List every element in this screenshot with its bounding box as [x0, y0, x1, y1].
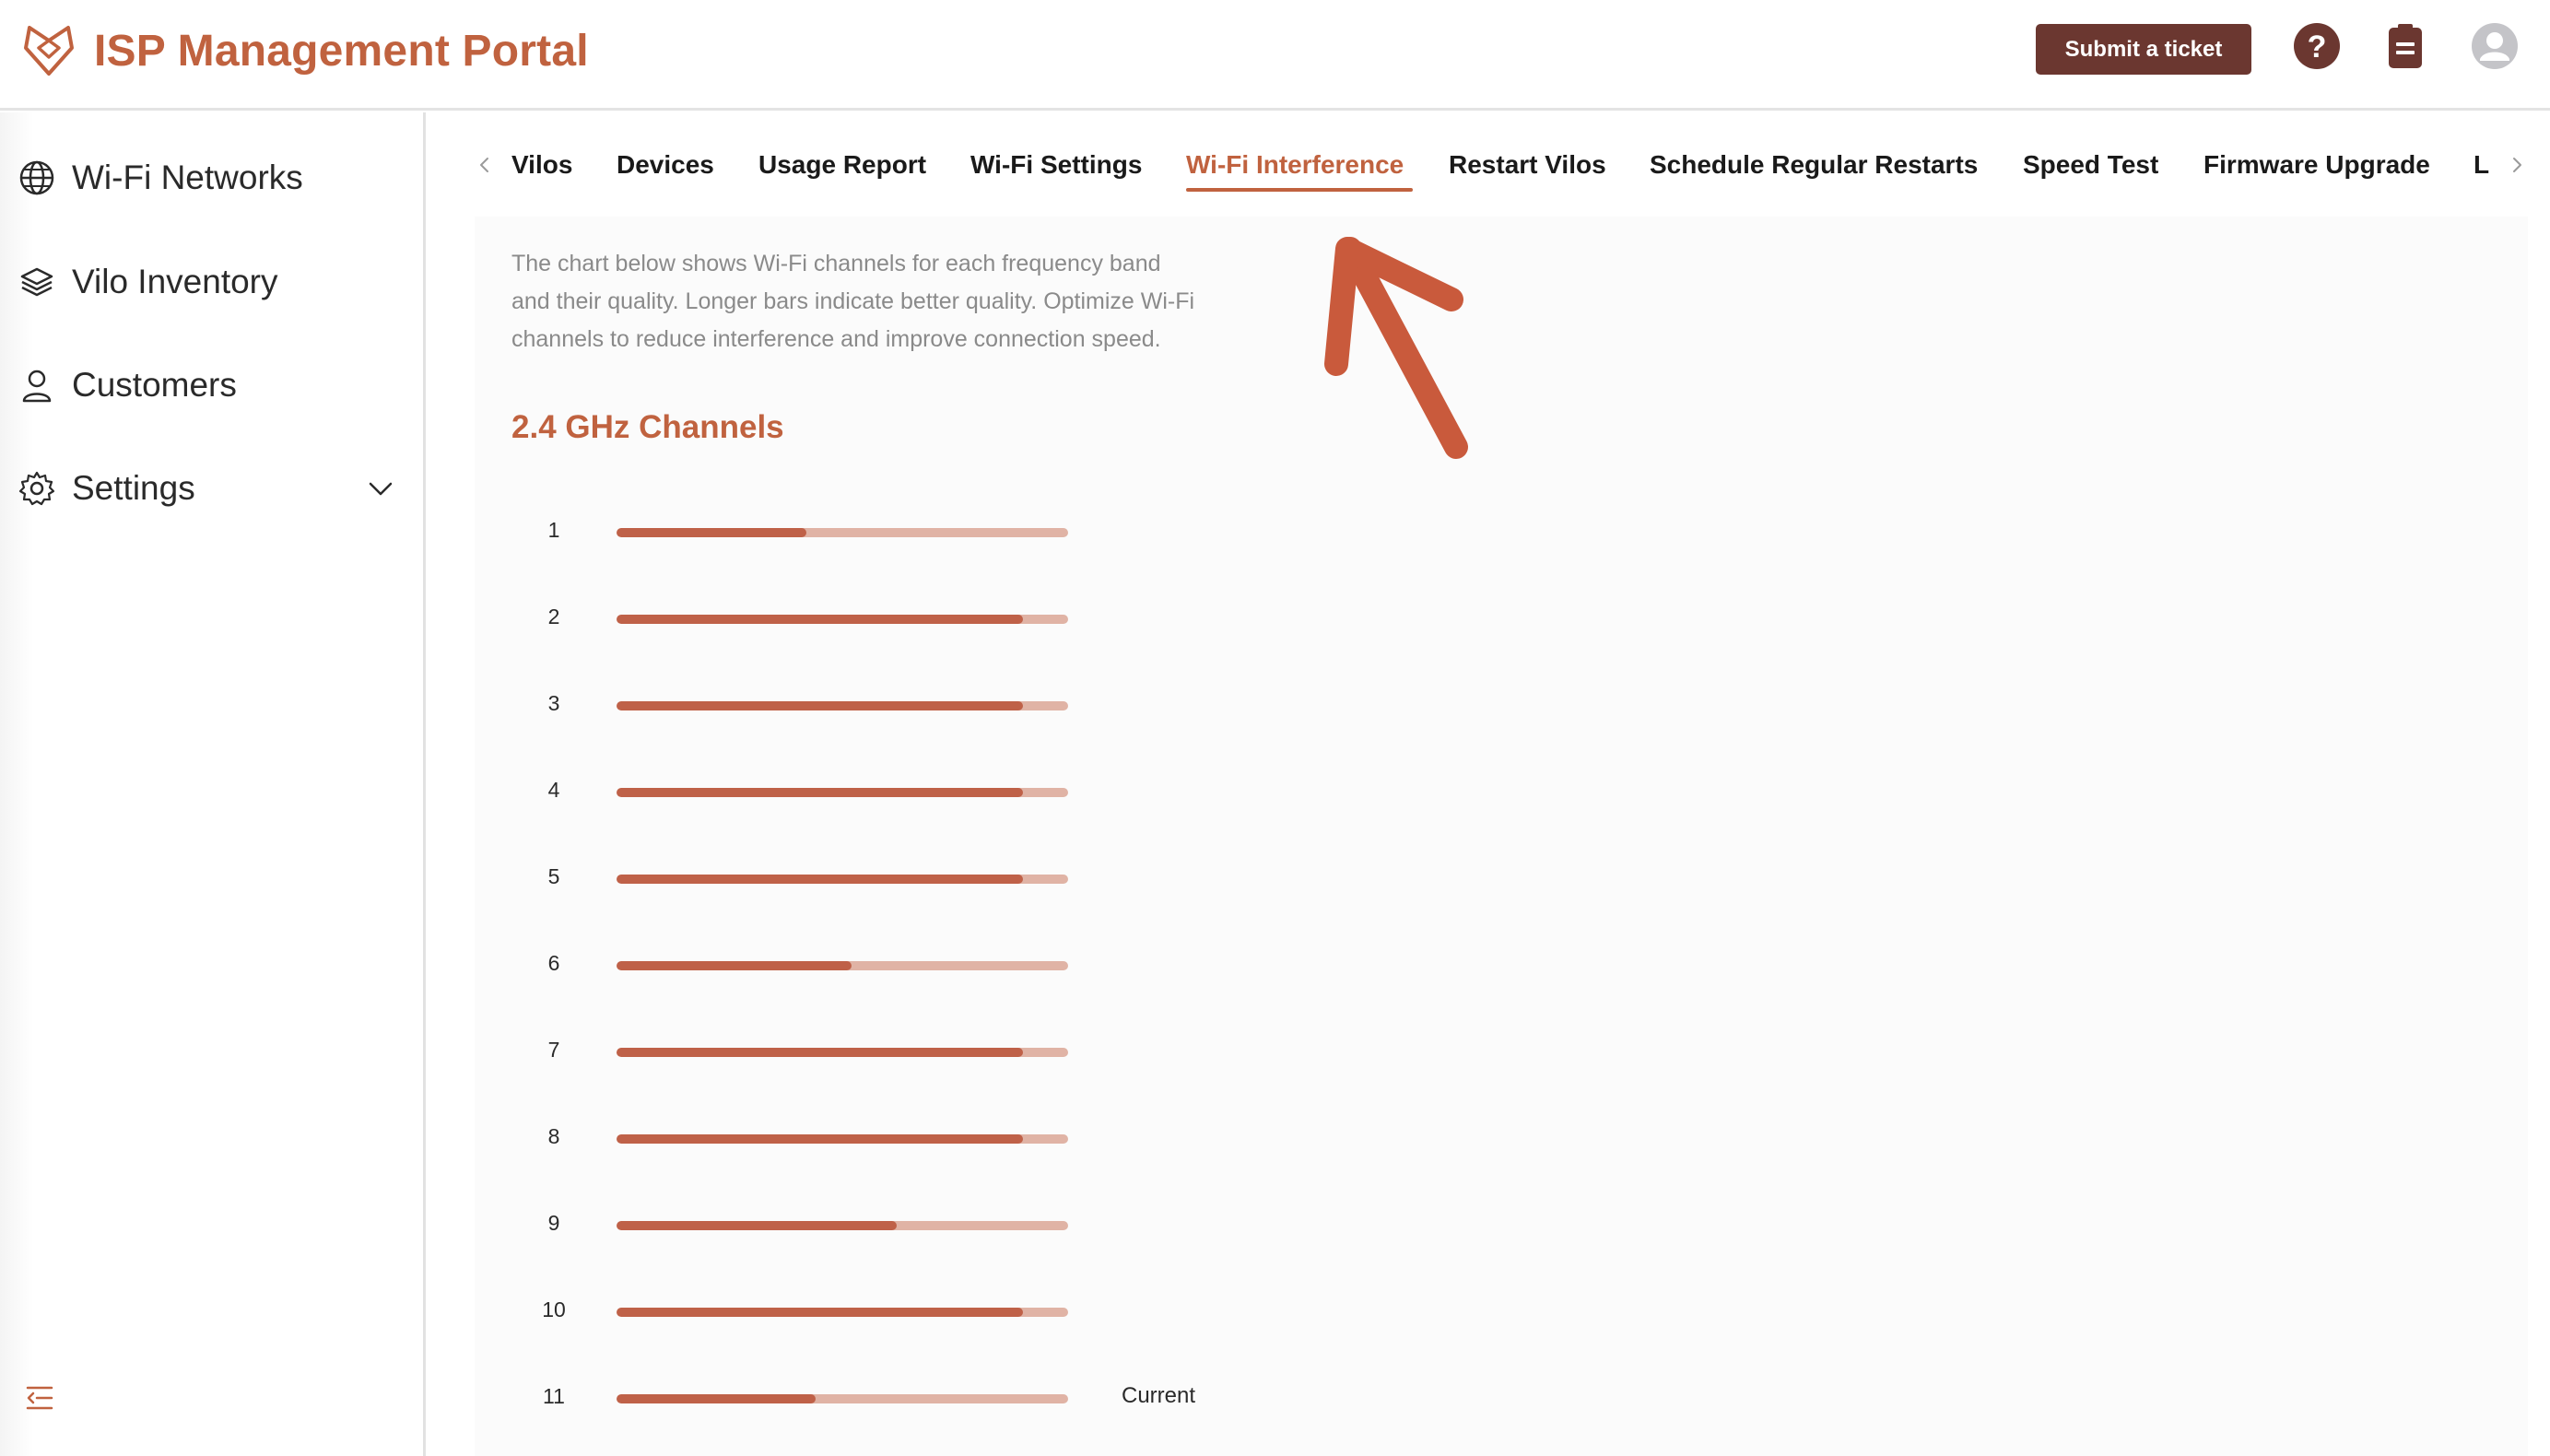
- app-root: ISP Management Portal Submit a ticket ?: [0, 0, 2550, 1456]
- sidebar: Wi-Fi Networks Vilo Inventory Customers …: [0, 112, 426, 1456]
- sidebar-item-label: Vilo Inventory: [72, 263, 278, 300]
- sidebar-item-settings[interactable]: Settings: [18, 456, 405, 521]
- channel-label: 2: [547, 605, 560, 628]
- channel-label: 10: [542, 1297, 566, 1321]
- top-header: ISP Management Portal Submit a ticket ?: [0, 0, 2550, 111]
- channel-label: 3: [547, 691, 560, 715]
- channel-row: 10: [511, 1292, 1341, 1329]
- sidebar-item-customers[interactable]: Customers: [18, 353, 405, 417]
- channel-label: 7: [547, 1038, 560, 1062]
- sidebar-item-vilo-inventory[interactable]: Vilo Inventory: [18, 250, 405, 314]
- brand-logo-icon: [24, 26, 74, 76]
- channel-label: 1: [547, 518, 560, 542]
- channel-bar-track: [617, 701, 1068, 710]
- sidebar-item-label: Wi-Fi Networks: [72, 159, 303, 196]
- channel-label: 8: [547, 1124, 560, 1148]
- channel-label: 11: [543, 1384, 565, 1408]
- tab-devices[interactable]: Devices: [617, 150, 714, 180]
- clipboard-icon[interactable]: [2381, 22, 2429, 70]
- channel-row: 9: [511, 1205, 1341, 1242]
- channel-row: 3: [511, 686, 1341, 722]
- channel-bar-track: [617, 788, 1068, 797]
- sidebar-item-label: Customers: [72, 366, 237, 404]
- channel-row: 11 Current: [511, 1379, 1341, 1415]
- chevron-down-icon[interactable]: [365, 473, 396, 504]
- channel-row: 6: [511, 945, 1341, 982]
- channel-bar: [617, 701, 1023, 710]
- description-line: channels to reduce interference and impr…: [511, 326, 1161, 352]
- chevron-left-icon[interactable]: [474, 154, 496, 176]
- app-title: ISP Management Portal: [94, 26, 589, 76]
- channel-label: 4: [547, 778, 560, 802]
- tab-bar: Vilos Devices Usage Report Wi-Fi Setting…: [452, 134, 2544, 198]
- account-icon[interactable]: [2471, 22, 2519, 70]
- active-tab-underline: [1186, 188, 1413, 192]
- person-icon: [22, 370, 52, 403]
- channel-label: 6: [547, 951, 560, 975]
- channel-bar-track: [617, 1394, 1068, 1403]
- description-line: and their quality. Longer bars indicate …: [511, 288, 1195, 314]
- tab-wifi-settings[interactable]: Wi-Fi Settings: [970, 150, 1142, 180]
- tab-firmware-upgrade[interactable]: Firmware Upgrade: [2203, 150, 2430, 180]
- gear-icon: [18, 471, 55, 506]
- brand[interactable]: ISP Management Portal: [18, 20, 589, 81]
- channel-bar: [617, 1394, 816, 1403]
- channel-bar: [617, 788, 1023, 797]
- tab-speed-test[interactable]: Speed Test: [2023, 150, 2158, 180]
- chevron-right-icon[interactable]: [2506, 154, 2528, 176]
- channel-bar-track: [617, 1134, 1068, 1144]
- channel-bar-track: [617, 1308, 1068, 1317]
- section-title: 2.4 GHz Channels: [511, 409, 784, 445]
- channel-bar-track: [617, 961, 1068, 970]
- channel-bar: [617, 961, 852, 970]
- channel-row: 2: [511, 599, 1341, 636]
- channel-bar: [617, 875, 1023, 884]
- channel-bar: [617, 1308, 1023, 1317]
- channel-label: 5: [547, 864, 560, 888]
- sidebar-item-label: Settings: [72, 469, 195, 507]
- svg-text:?: ?: [2308, 29, 2327, 65]
- channel-bar-track: [617, 1221, 1068, 1230]
- channel-bar-track: [617, 615, 1068, 624]
- sidebar-item-wifi-networks[interactable]: Wi-Fi Networks: [18, 146, 405, 210]
- tab-restart-vilos[interactable]: Restart Vilos: [1449, 150, 1606, 180]
- description-line: The chart below shows Wi-Fi channels for…: [511, 251, 1161, 276]
- channel-bar: [617, 1048, 1023, 1057]
- tab-truncated[interactable]: L: [2474, 150, 2489, 180]
- channel-label: 9: [547, 1211, 560, 1235]
- channel-row: 7: [511, 1032, 1341, 1069]
- chart-description: The chart below shows Wi-Fi channels for…: [511, 245, 1249, 358]
- layers-icon: [20, 267, 53, 297]
- tab-vilos[interactable]: Vilos: [511, 150, 572, 180]
- collapse-sidebar-icon[interactable]: [24, 1382, 55, 1414]
- current-channel-label: Current: [1122, 1383, 1196, 1408]
- channel-bar: [617, 615, 1023, 624]
- channel-row: 4: [511, 772, 1341, 809]
- globe-icon: [19, 160, 54, 195]
- channel-bar-track: [617, 1048, 1068, 1057]
- tab-schedule-regular-restarts[interactable]: Schedule Regular Restarts: [1650, 150, 1978, 180]
- channel-row: 1: [511, 512, 1341, 549]
- help-icon[interactable]: ?: [2293, 22, 2341, 70]
- channel-row: 5: [511, 859, 1341, 896]
- channel-bar-track: [617, 875, 1068, 884]
- channel-bar: [617, 1134, 1023, 1144]
- submit-ticket-button[interactable]: Submit a ticket: [2036, 24, 2251, 75]
- content-panel: [475, 217, 2528, 1456]
- tab-wifi-interference[interactable]: Wi-Fi Interference: [1186, 150, 1404, 180]
- channel-bar-track: [617, 528, 1068, 537]
- tab-usage-report[interactable]: Usage Report: [758, 150, 926, 180]
- channel-bar: [617, 528, 806, 537]
- channel-row: 8: [511, 1119, 1341, 1156]
- channel-bar: [617, 1221, 897, 1230]
